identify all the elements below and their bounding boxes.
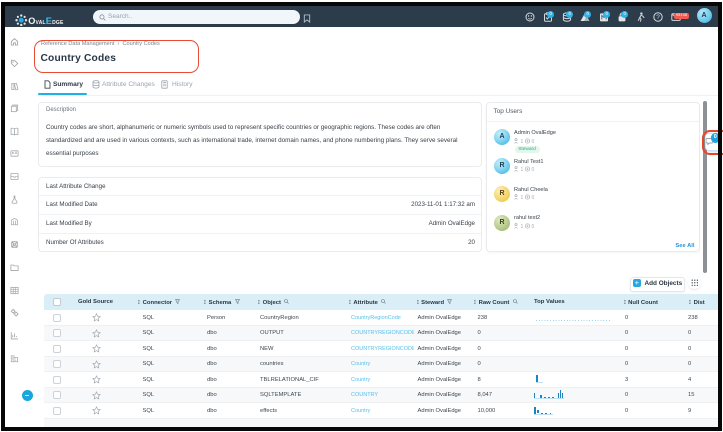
svg-text:1: 1 [521, 139, 524, 144]
svg-text:1: 1 [521, 167, 524, 172]
svg-text:0: 0 [532, 167, 535, 172]
svg-text:0: 0 [532, 224, 535, 229]
svg-text:0: 0 [532, 139, 535, 144]
svg-text:1: 1 [521, 195, 524, 200]
svg-text:1: 1 [521, 224, 524, 229]
svg-text:0: 0 [532, 195, 535, 200]
svg-text:?: ? [656, 14, 660, 21]
